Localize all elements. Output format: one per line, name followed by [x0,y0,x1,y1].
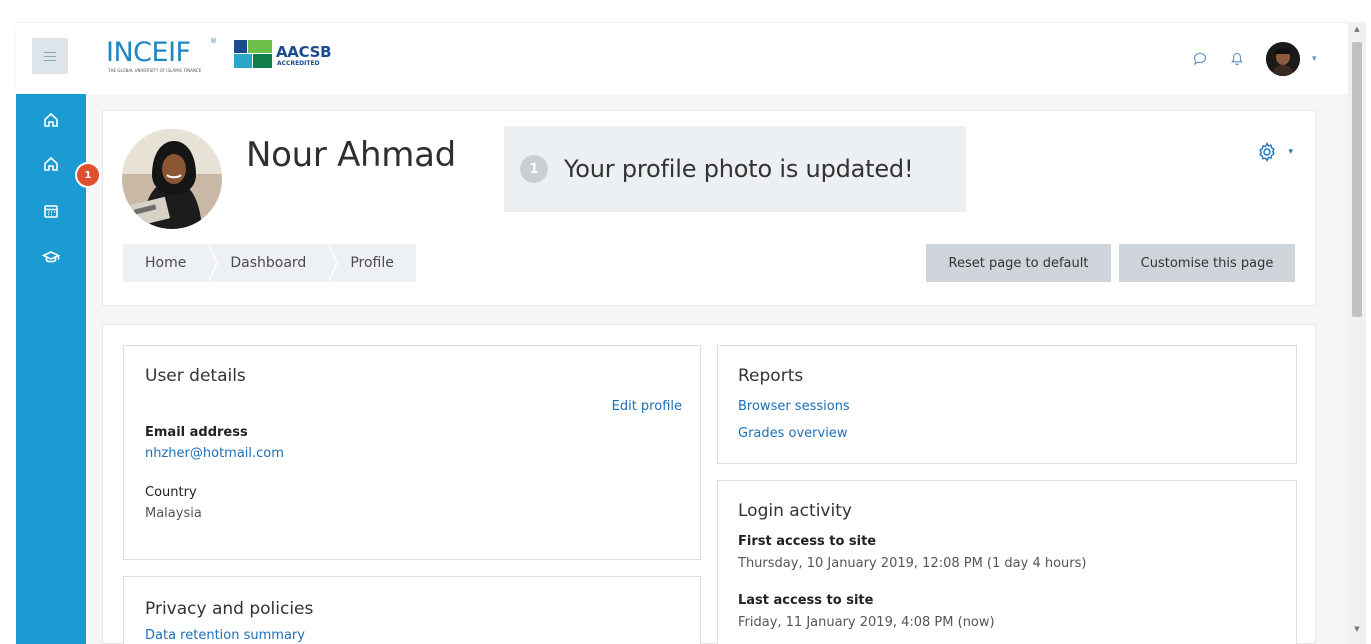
country-label: Country [145,485,197,500]
aacsb-accredited-text: ACCREDITED [277,60,320,67]
login-activity-block: Login activity First access to site Thur… [717,480,1297,644]
first-access-label: First access to site [738,534,877,549]
breadcrumb-profile[interactable]: Profile [328,244,416,282]
profile-content: User details Edit profile Email address … [102,324,1316,644]
data-retention-link[interactable]: Data retention summary [145,628,305,643]
scrollbar-thumb[interactable] [1352,42,1362,317]
edit-profile-link[interactable]: Edit profile [612,399,682,414]
user-menu-caret-icon[interactable]: ▾ [1312,55,1318,64]
last-access-value: Friday, 11 January 2019, 4:08 PM (now) [738,615,995,630]
calendar-icon [44,205,58,218]
alert-message: Your profile photo is updated! [564,155,914,183]
dashboard-icon [44,156,58,171]
grades-overview-link[interactable]: Grades overview [738,426,847,441]
alert-number-icon: 1 [520,155,548,183]
user-details-title: User details [145,366,246,386]
profile-updated-alert: 1 Your profile photo is updated! [504,126,966,212]
user-avatar[interactable] [1266,42,1300,76]
customise-page-button[interactable]: Customise this page [1119,244,1295,282]
scroll-up-icon[interactable]: ▲ [1353,26,1361,33]
menu-toggle-button[interactable] [32,38,68,74]
page-settings-menu[interactable]: ▾ [1256,141,1293,163]
page-frame: INCEIF ® THE GLOBAL UNIVERSITY OF ISLAMI… [0,0,1371,644]
inceif-logo[interactable]: INCEIF ® THE GLOBAL UNIVERSITY OF ISLAMI… [106,37,217,73]
inceif-registered-mark: ® [210,37,217,45]
page-scrollbar[interactable]: ▲ ▼ [1348,22,1366,644]
gear-icon [1259,142,1276,162]
last-access-label: Last access to site [738,593,874,608]
reports-block: Reports Browser sessions Grades overview [717,345,1297,464]
main-region: Nour Ahmad 1 Your profile photo is updat… [86,94,1348,644]
user-details-block: User details Edit profile Email address … [123,345,701,560]
settings-caret-icon: ▾ [1288,147,1293,157]
reset-page-button[interactable]: Reset page to default [926,244,1111,282]
aacsb-logo-text: AACSB [276,43,332,61]
sidebar-item-calendar[interactable] [40,200,62,222]
privacy-title: Privacy and policies [145,599,314,619]
sidebar-item-dashboard[interactable] [40,153,62,175]
sidebar-item-courses[interactable] [40,246,62,268]
navbar-actions: ▾ [1174,41,1318,77]
hamburger-icon [44,51,56,61]
graduation-cap-icon [42,251,60,263]
email-link[interactable]: nhzher@hotmail.com [145,446,284,461]
home-icon [44,112,58,127]
breadcrumb: Home Dashboard Profile [123,244,416,282]
top-navbar: INCEIF ® THE GLOBAL UNIVERSITY OF ISLAMI… [16,22,1348,94]
message-icon[interactable] [1189,48,1211,70]
email-label: Email address [145,425,248,440]
page-header: Nour Ahmad 1 Your profile photo is updat… [102,110,1316,306]
inceif-tagline: THE GLOBAL UNIVERSITY OF ISLAMIC FINANCE [108,68,202,73]
sidebar-item-home[interactable] [40,109,62,131]
first-access-value: Thursday, 10 January 2019, 12:08 PM (1 d… [738,556,1087,571]
profile-picture[interactable] [122,129,222,229]
scroll-down-icon[interactable]: ▼ [1353,626,1361,633]
inceif-logo-text: INCEIF [106,37,191,68]
privacy-block: Privacy and policies Data retention summ… [123,576,701,644]
breadcrumb-dashboard[interactable]: Dashboard [208,244,339,282]
breadcrumb-home[interactable]: Home [123,244,219,282]
page-title: Nour Ahmad [246,135,456,175]
sidebar [16,94,86,644]
browser-sessions-link[interactable]: Browser sessions [738,399,850,414]
country-value: Malaysia [145,506,202,521]
bell-icon[interactable] [1226,48,1248,70]
notification-badge: 1 [77,164,99,186]
login-activity-title: Login activity [738,501,852,521]
aacsb-mark-icon [234,40,272,68]
reports-title: Reports [738,366,804,386]
